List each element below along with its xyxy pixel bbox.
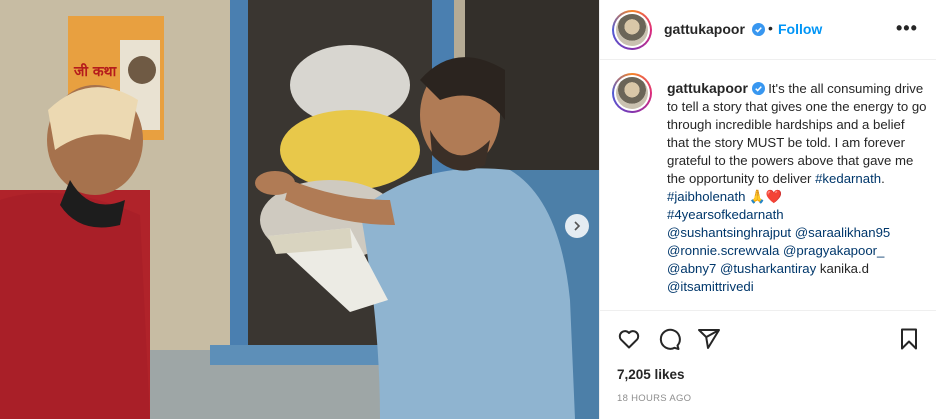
share-icon[interactable] (697, 327, 721, 351)
emoji-text: 🙏❤️ (745, 189, 782, 204)
post-photo[interactable]: जी कथा (0, 0, 599, 419)
hashtag-link[interactable]: #jaibholenath (667, 189, 745, 204)
mention-link[interactable]: @itsamittrivedi (667, 279, 754, 294)
bookmark-icon[interactable] (897, 327, 921, 351)
caption-avatar[interactable] (612, 73, 652, 113)
mention-link[interactable]: @ronnie.screwvala (667, 243, 779, 258)
separator-dot: • (768, 20, 773, 36)
chevron-right-icon (574, 221, 581, 231)
next-image-button[interactable] (565, 214, 589, 238)
heart-icon[interactable] (617, 327, 641, 351)
caption-body: It's the all consuming drive to tell a s… (667, 81, 927, 186)
photo-illustration: जी कथा (0, 0, 599, 419)
more-options-button[interactable]: ••• (896, 18, 918, 39)
follow-button[interactable]: Follow (778, 21, 822, 37)
hashtag-link[interactable]: #4yearsofkedarnath (667, 207, 784, 222)
mention-link[interactable]: @pragyakapoor_ (783, 243, 884, 258)
poster-text: जी कथा (73, 63, 118, 80)
mention-link[interactable]: @tusharkantiray (720, 261, 816, 276)
post-side-panel: gattukapoor • Follow ••• gattukapoor It'… (599, 0, 936, 419)
avatar[interactable] (612, 10, 652, 50)
verified-icon (751, 82, 765, 95)
caption-area: gattukapoor It's the all consuming drive… (600, 61, 936, 309)
post-timestamp[interactable]: 18 HOURS AGO (617, 393, 691, 404)
post-header: gattukapoor • Follow ••• (600, 0, 936, 60)
caption-text: gattukapoor It's the all consuming drive… (667, 79, 929, 296)
mention-link[interactable]: @abny7 (667, 261, 716, 276)
mention-link[interactable]: @sushantsinghrajput (667, 225, 791, 240)
header-username[interactable]: gattukapoor (664, 21, 745, 37)
mention-link[interactable]: @saraalikhan95 (795, 225, 891, 240)
likes-count[interactable]: 7,205 likes (617, 367, 685, 382)
verified-icon (752, 23, 765, 36)
plain-name: kanika.d (819, 261, 870, 276)
caption-punct: . (881, 171, 885, 186)
comment-icon[interactable] (657, 327, 681, 351)
action-bar (600, 310, 936, 364)
hashtag-link[interactable]: #kedarnath (815, 171, 881, 186)
caption-username[interactable]: gattukapoor (667, 80, 748, 96)
